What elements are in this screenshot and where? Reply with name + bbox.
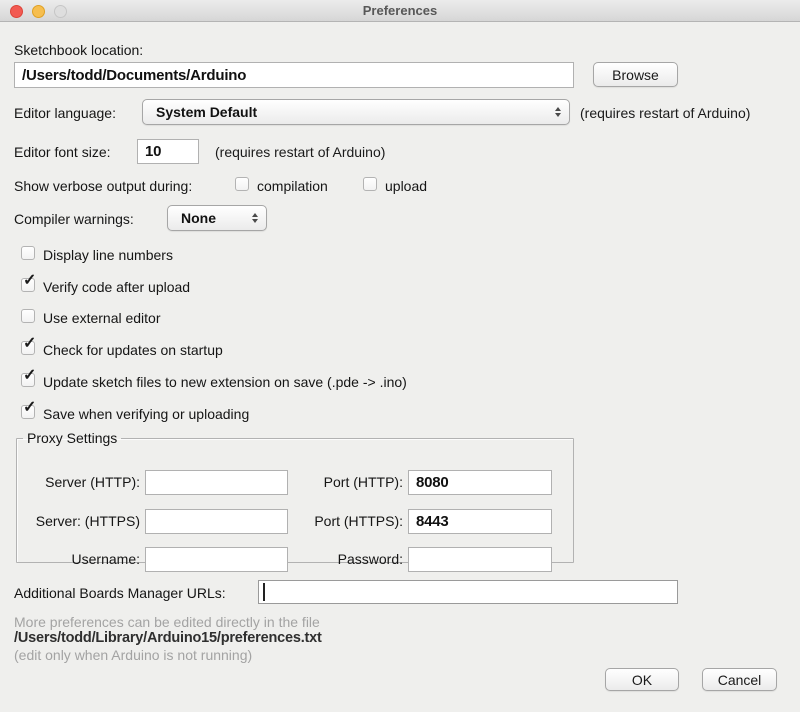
- password-input[interactable]: [408, 547, 552, 572]
- checkmark-icon: ✓: [23, 368, 36, 384]
- port-http-label: Port (HTTP):: [295, 474, 403, 490]
- sketchbook-location-input[interactable]: [14, 62, 574, 88]
- ok-button-label: OK: [632, 672, 652, 688]
- browse-button[interactable]: Browse: [593, 62, 678, 87]
- checkbox-save-when-verifying[interactable]: ✓: [21, 405, 35, 419]
- checkbox-use-external-editor[interactable]: ✓: [21, 309, 35, 323]
- save-when-verifying-label[interactable]: Save when verifying or uploading: [43, 406, 249, 422]
- preferences-dialog: Preferences Sketchbook location: Browse …: [0, 0, 800, 712]
- display-line-numbers-label[interactable]: Display line numbers: [43, 247, 173, 263]
- window-title: Preferences: [0, 3, 800, 18]
- checkmark-icon: ✓: [23, 273, 36, 289]
- port-https-label: Port (HTTPS):: [295, 513, 403, 529]
- stepper-icon: [555, 107, 561, 117]
- use-external-editor-label[interactable]: Use external editor: [43, 310, 161, 326]
- update-sketch-files-label[interactable]: Update sketch files to new extension on …: [43, 374, 407, 390]
- compiler-warnings-label: Compiler warnings:: [14, 211, 134, 227]
- editor-language-select[interactable]: System Default: [142, 99, 570, 125]
- footer-note-line3: (edit only when Arduino is not running): [14, 647, 252, 663]
- port-https-input[interactable]: [408, 509, 552, 534]
- text-caret: [263, 583, 265, 601]
- cancel-button[interactable]: Cancel: [702, 668, 777, 691]
- language-restart-note: (requires restart of Arduino): [580, 105, 750, 121]
- checkmark-icon: ✓: [23, 400, 36, 416]
- title-bar: Preferences: [0, 0, 800, 22]
- proxy-settings-legend: Proxy Settings: [23, 430, 121, 446]
- stepper-icon: [252, 213, 258, 223]
- editor-language-label: Editor language:: [14, 105, 116, 121]
- verbose-compilation-label[interactable]: compilation: [257, 178, 328, 194]
- checkbox-verbose-compilation[interactable]: ✓: [235, 177, 249, 191]
- verify-code-after-upload-label[interactable]: Verify code after upload: [43, 279, 190, 295]
- check-for-updates-label[interactable]: Check for updates on startup: [43, 342, 223, 358]
- ok-button[interactable]: OK: [605, 668, 679, 691]
- verbose-upload-label[interactable]: upload: [385, 178, 427, 194]
- server-http-input[interactable]: [145, 470, 288, 495]
- checkbox-display-line-numbers[interactable]: ✓: [21, 246, 35, 260]
- proxy-settings-group: Proxy Settings Server (HTTP): Port (HTTP…: [16, 430, 574, 563]
- editor-font-size-label: Editor font size:: [14, 144, 111, 160]
- boards-manager-urls-input[interactable]: [258, 580, 678, 604]
- sketchbook-location-label: Sketchbook location:: [14, 42, 143, 58]
- boards-manager-urls-label: Additional Boards Manager URLs:: [14, 585, 226, 601]
- server-http-label: Server (HTTP):: [20, 474, 140, 490]
- checkmark-icon: ✓: [23, 336, 36, 352]
- checkbox-verify-code-after-upload[interactable]: ✓: [21, 278, 35, 292]
- preferences-file-path: /Users/todd/Library/Arduino15/preference…: [14, 630, 322, 646]
- cancel-button-label: Cancel: [718, 672, 762, 688]
- port-http-input[interactable]: [408, 470, 552, 495]
- checkbox-verbose-upload[interactable]: ✓: [363, 177, 377, 191]
- checkbox-update-sketch-files[interactable]: ✓: [21, 373, 35, 387]
- username-input[interactable]: [145, 547, 288, 572]
- browse-button-label: Browse: [612, 67, 659, 83]
- compiler-warnings-value: None: [181, 210, 216, 226]
- fontsize-restart-note: (requires restart of Arduino): [215, 144, 385, 160]
- compiler-warnings-select[interactable]: None: [167, 205, 267, 231]
- editor-font-size-input[interactable]: [137, 139, 199, 164]
- server-https-label: Server: (HTTPS): [20, 513, 140, 529]
- password-label: Password:: [295, 551, 403, 567]
- username-label: Username:: [20, 551, 140, 567]
- editor-language-value: System Default: [156, 104, 257, 120]
- checkbox-check-for-updates[interactable]: ✓: [21, 341, 35, 355]
- server-https-input[interactable]: [145, 509, 288, 534]
- verbose-output-label: Show verbose output during:: [14, 178, 192, 194]
- footer-note-line1: More preferences can be edited directly …: [14, 614, 320, 630]
